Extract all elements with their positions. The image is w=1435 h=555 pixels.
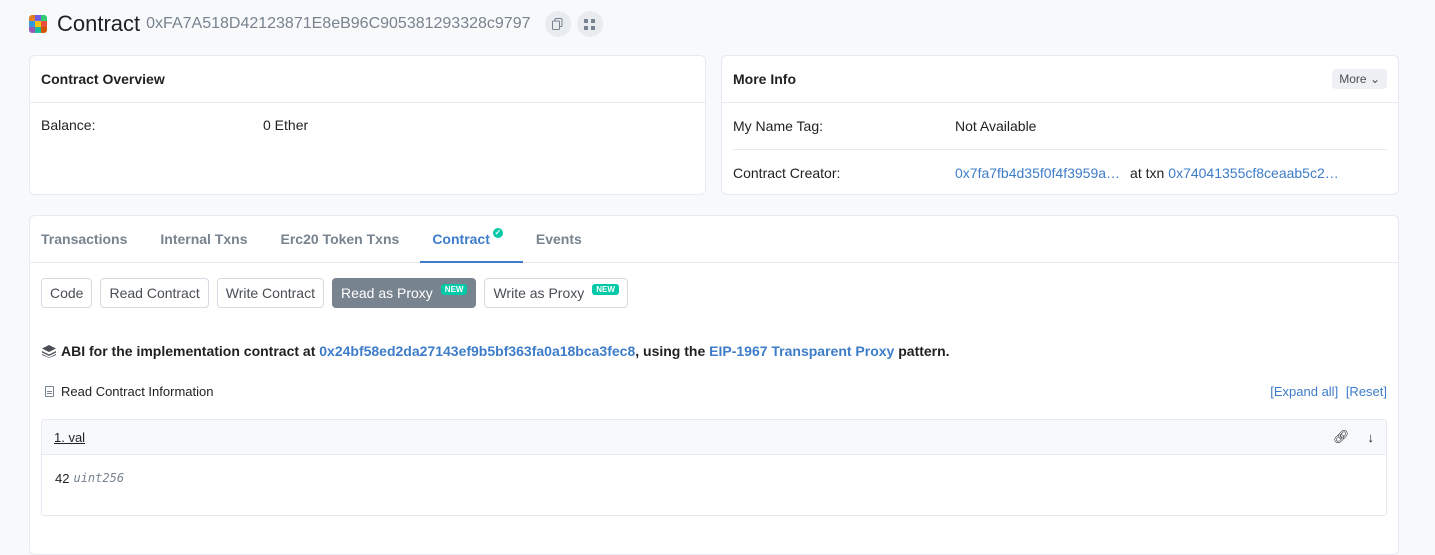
contract-overview-card: Contract Overview Balance: 0 Ether xyxy=(29,55,706,195)
tab-contract[interactable]: Contract ✓ xyxy=(420,216,523,263)
contract-address: 0xFA7A518D42123871E8eB96C905381293328c97… xyxy=(146,15,531,32)
page-header: Contract 0xFA7A518D42123871E8eB96C905381… xyxy=(29,8,609,40)
subtab-label: Write as Proxy xyxy=(493,285,585,301)
more-info-title: More Info xyxy=(733,71,796,87)
reset-link[interactable]: [Reset] xyxy=(1346,384,1387,399)
verified-check-icon: ✓ xyxy=(492,228,503,238)
subtab-read-as-proxy[interactable]: Read as Proxy NEW xyxy=(331,278,477,308)
qr-code-icon xyxy=(584,18,595,30)
name-tag-value: Not Available xyxy=(955,118,1037,134)
new-badge: NEW xyxy=(592,283,619,295)
more-button-label: More xyxy=(1339,72,1367,86)
expand-reset-controls: [Expand all] [Reset] xyxy=(1266,384,1387,399)
layers-icon xyxy=(42,344,56,358)
balance-label: Balance: xyxy=(41,117,96,133)
abi-suffix: pattern. xyxy=(898,343,950,359)
tab-label: Internal Txns xyxy=(160,231,248,247)
link-icon[interactable]: 🔗︎ xyxy=(1333,429,1350,445)
creator-row: Contract Creator: 0x7fa7fb4d35f0f4f3959a… xyxy=(722,150,1398,195)
expand-all-link[interactable]: [Expand all] xyxy=(1270,384,1338,399)
chevron-down-icon: ⌄ xyxy=(1369,72,1380,86)
abi-notice: ABI for the implementation contract at 0… xyxy=(42,343,950,359)
subtab-code[interactable]: Code xyxy=(41,278,93,308)
subtab-label: Read as Proxy xyxy=(340,285,433,301)
subtab-label: Write Contract xyxy=(225,285,315,301)
contract-subtabs: Code Read Contract Write Contract Read a… xyxy=(41,278,636,308)
tab-label: Contract xyxy=(432,231,490,247)
subtab-write-contract[interactable]: Write Contract xyxy=(216,278,324,308)
document-icon xyxy=(45,386,54,397)
tab-erc20-token-txns[interactable]: Erc20 Token Txns xyxy=(281,216,400,262)
balance-value: 0 Ether xyxy=(263,117,309,133)
new-badge: NEW xyxy=(440,283,468,295)
contract-identicon xyxy=(29,15,47,33)
copy-address-button[interactable] xyxy=(544,11,571,37)
main-tabs-card: Transactions Internal Txns Erc20 Token T… xyxy=(29,215,1399,555)
method-accordion: 1. val 🔗︎ ↓ 42 uint256 xyxy=(41,419,1387,516)
subtab-label: Read Contract xyxy=(109,285,200,301)
tab-internal-txns[interactable]: Internal Txns xyxy=(160,216,247,262)
proxy-pattern-link[interactable]: EIP-1967 Transparent Proxy xyxy=(709,343,894,359)
balance-row: Balance: 0 Ether xyxy=(30,103,705,147)
subtab-write-as-proxy[interactable]: Write as Proxy NEW xyxy=(484,278,628,308)
tab-bar: Transactions Internal Txns Erc20 Token T… xyxy=(30,216,1398,263)
creator-label: Contract Creator: xyxy=(733,164,841,181)
method-result: 42 uint256 xyxy=(42,448,1386,508)
name-tag-row: My Name Tag: Not Available xyxy=(722,103,1398,149)
tab-label: Events xyxy=(535,231,582,247)
method-name[interactable]: 1. val xyxy=(54,430,85,445)
method-actions: 🔗︎ ↓ xyxy=(1333,429,1374,445)
more-info-card: More Info More ⌄ My Name Tag: Not Availa… xyxy=(721,55,1399,195)
method-value: 42 xyxy=(55,470,70,486)
arrow-down-icon[interactable]: ↓ xyxy=(1368,430,1375,445)
subtab-label: Code xyxy=(50,285,84,301)
subtab-read-contract[interactable]: Read Contract xyxy=(100,278,209,308)
read-contract-info-title: Read Contract Information xyxy=(61,384,214,399)
read-contract-info: Read Contract Information xyxy=(45,384,213,399)
more-info-header: More Info More ⌄ xyxy=(722,56,1398,103)
name-tag-label: My Name Tag: xyxy=(733,118,823,134)
tab-label: Erc20 Token Txns xyxy=(280,231,400,247)
page-title: Contract xyxy=(57,11,141,36)
at-txn-label: at txn xyxy=(1130,164,1165,181)
abi-middle: , using the xyxy=(635,343,706,359)
contract-overview-title: Contract Overview xyxy=(41,71,165,87)
tab-events[interactable]: Events xyxy=(536,216,582,262)
abi-prefix: ABI for the implementation contract at xyxy=(61,343,316,359)
tab-transactions[interactable]: Transactions xyxy=(41,216,127,262)
more-dropdown-button[interactable]: More ⌄ xyxy=(1332,69,1387,89)
method-type: uint256 xyxy=(73,471,125,485)
implementation-address-link[interactable]: 0x24bf58ed2da27143ef9b5bf363fa0a18bca3fe… xyxy=(319,343,635,359)
creator-txn-link[interactable]: 0x74041355cf8ceaab5c2… xyxy=(1168,165,1338,181)
creator-address-link[interactable]: 0x7fa7fb4d35f0f4f3959a… xyxy=(955,165,1120,181)
copy-icon xyxy=(552,18,563,30)
contract-overview-header: Contract Overview xyxy=(30,56,705,103)
qr-code-button[interactable] xyxy=(576,11,603,37)
tab-label: Transactions xyxy=(41,231,128,247)
